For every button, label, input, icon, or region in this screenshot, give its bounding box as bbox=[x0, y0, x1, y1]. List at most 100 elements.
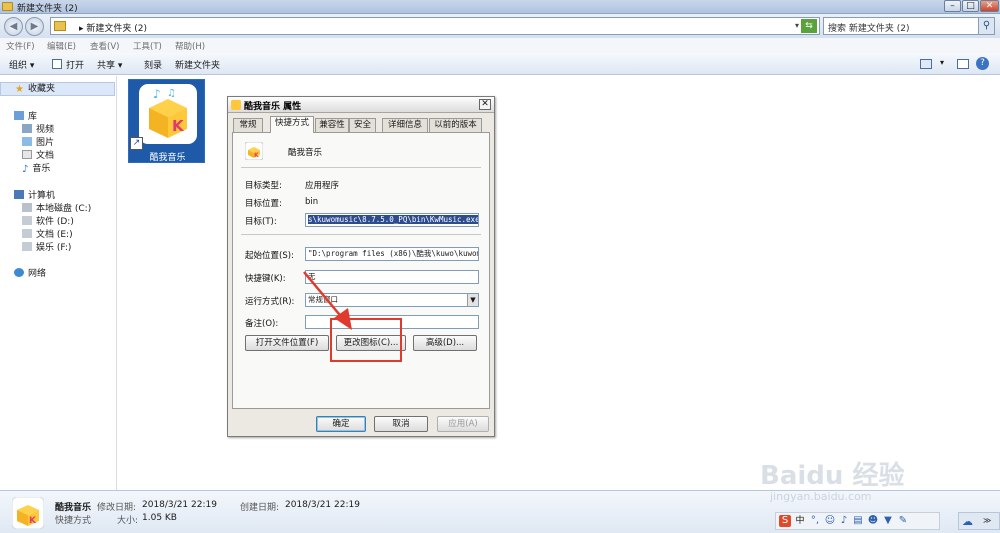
share-button[interactable]: 共享 ▾ bbox=[97, 58, 122, 71]
menu-view[interactable]: 查看(V) bbox=[90, 40, 119, 52]
window-title: 新建文件夹 (2) bbox=[17, 4, 78, 14]
keyboard-icon[interactable]: ▤ bbox=[852, 515, 864, 527]
video-icon bbox=[22, 124, 32, 133]
navigation-pane: ★ 收藏夹 库 视频 图片 文档 ♪ 音乐 计算机 本地磁盘 (C:) 软件 (D:… bbox=[0, 76, 117, 490]
sidebar-item-library[interactable]: 库 bbox=[0, 109, 37, 123]
network-icon bbox=[14, 268, 24, 277]
kuwo-app-icon: K bbox=[245, 142, 263, 160]
menu-help[interactable]: 帮助(H) bbox=[175, 40, 205, 52]
run-label: 运行方式(R): bbox=[245, 297, 295, 307]
emoji-icon[interactable]: ☺ bbox=[824, 515, 836, 527]
close-button[interactable]: ✕ bbox=[980, 0, 999, 12]
target-location-label: 目标位置: bbox=[245, 199, 282, 209]
sidebar-item-pictures[interactable]: 图片 bbox=[0, 135, 54, 149]
preview-pane-icon[interactable] bbox=[957, 59, 969, 69]
sidebar-label: 娱乐 (F:) bbox=[36, 243, 72, 253]
sidebar-label: 软件 (D:) bbox=[36, 217, 74, 227]
tab-details[interactable]: 详细信息 bbox=[382, 118, 428, 132]
cancel-button[interactable]: 取消 bbox=[374, 416, 428, 432]
sidebar-item-documents[interactable]: 文档 bbox=[0, 148, 54, 162]
tab-general[interactable]: 常规 bbox=[233, 118, 263, 132]
shortcut-tab-panel: K 酷我音乐 目标类型: 应用程序 目标位置: bin 目标(T): s\kuw… bbox=[232, 132, 490, 409]
help-icon[interactable]: ? bbox=[976, 57, 989, 70]
microphone-icon[interactable]: ♪ bbox=[838, 515, 850, 527]
ok-button[interactable]: 确定 bbox=[316, 416, 366, 432]
folder-icon bbox=[2, 2, 13, 11]
organize-button[interactable]: 组织 ▾ bbox=[9, 58, 34, 71]
sidebar-item-favorites[interactable]: ★ 收藏夹 bbox=[0, 82, 115, 96]
separator bbox=[241, 234, 481, 235]
start-in-field[interactable]: "D:\program files (x86)\酷我\kuwo\kuwom bbox=[305, 247, 479, 261]
sogou-s-icon[interactable]: S bbox=[779, 515, 791, 527]
file-type: 快捷方式 bbox=[55, 516, 92, 526]
tab-shortcut[interactable]: 快捷方式 bbox=[270, 116, 314, 133]
menu-edit[interactable]: 编辑(E) bbox=[47, 40, 76, 52]
sidebar-item-drive-f[interactable]: 娱乐 (F:) bbox=[0, 240, 71, 254]
sidebar-label: 文档 bbox=[36, 151, 55, 161]
settings-icon[interactable]: ✎ bbox=[897, 515, 909, 527]
dropdown-icon[interactable]: ▾ bbox=[795, 21, 799, 30]
view-dropdown-icon[interactable]: ▾ bbox=[940, 58, 944, 67]
new-folder-button[interactable]: 新建文件夹 bbox=[175, 58, 220, 71]
file-item-kuwo-shortcut[interactable]: K ♪ ♫ ↗ 酷我音乐 bbox=[128, 79, 205, 163]
search-input[interactable]: 搜索 新建文件夹 (2) ⚲ bbox=[823, 17, 995, 35]
sidebar-item-drive-e[interactable]: 文档 (E:) bbox=[0, 227, 73, 241]
sidebar-item-drive-c[interactable]: 本地磁盘 (C:) bbox=[0, 201, 91, 215]
target-type-label: 目标类型: bbox=[245, 181, 282, 191]
created-label: 创建日期: bbox=[240, 503, 280, 513]
burn-button[interactable]: 刻录 bbox=[144, 58, 162, 71]
target-field[interactable]: s\kuwomusic\8.7.5.0_PQ\bin\KwMusic.exe" bbox=[305, 213, 479, 227]
punctuation-icon[interactable]: °, bbox=[809, 515, 821, 527]
picture-icon bbox=[22, 137, 32, 146]
target-label: 目标(T): bbox=[245, 217, 277, 227]
sidebar-item-drive-d[interactable]: 软件 (D:) bbox=[0, 214, 74, 228]
window-titlebar: 新建文件夹 (2) – □ ✕ bbox=[0, 0, 1000, 14]
address-path: ▸ 新建文件夹 (2) bbox=[79, 24, 147, 34]
target-location-value: bin bbox=[305, 197, 319, 207]
menu-file[interactable]: 文件(F) bbox=[6, 40, 35, 52]
forward-button[interactable]: ▶ bbox=[25, 17, 44, 36]
menu-tools[interactable]: 工具(T) bbox=[133, 40, 162, 52]
target-value: s\kuwomusic\8.7.5.0_PQ\bin\KwMusic.exe" bbox=[308, 215, 478, 224]
shortcut-arrow-icon: ↗ bbox=[130, 137, 143, 150]
refresh-icon[interactable]: ⇆ bbox=[801, 19, 817, 33]
dialog-title: 酷我音乐 属性 bbox=[244, 102, 302, 112]
view-options-icon[interactable] bbox=[920, 59, 932, 69]
tray-more-icon: ≫ bbox=[983, 516, 992, 525]
sidebar-item-network[interactable]: 网络 bbox=[0, 266, 46, 280]
back-button[interactable]: ◀ bbox=[4, 17, 23, 36]
chinese-mode-icon[interactable]: 中 bbox=[794, 515, 806, 527]
tray-cloud[interactable]: ☁ ≫ bbox=[958, 512, 1000, 530]
music-icon: ♪ bbox=[22, 164, 29, 175]
sidebar-label: 计算机 bbox=[28, 191, 56, 201]
tab-security[interactable]: 安全 bbox=[349, 118, 376, 132]
advanced-button[interactable]: 高级(D)... bbox=[413, 335, 477, 351]
sidebar-label: 音乐 bbox=[32, 164, 51, 174]
tab-previous-versions[interactable]: 以前的版本 bbox=[429, 118, 482, 132]
address-input[interactable]: ▸ 新建文件夹 (2) ▾ ⇆ bbox=[50, 17, 820, 35]
chevron-down-icon[interactable]: ▼ bbox=[467, 294, 478, 306]
ime-toolbar: S 中 °, ☺ ♪ ▤ ☻ ▼ ✎ bbox=[775, 512, 940, 530]
sidebar-item-music[interactable]: ♪ 音乐 bbox=[0, 161, 50, 175]
sidebar-item-videos[interactable]: 视频 bbox=[0, 122, 54, 136]
svg-text:♫: ♫ bbox=[167, 88, 176, 99]
minimize-button[interactable]: – bbox=[944, 0, 961, 12]
open-button[interactable]: 打开 bbox=[66, 58, 84, 71]
open-file-location-button[interactable]: 打开文件位置(F) bbox=[245, 335, 329, 351]
start-in-label: 起始位置(S): bbox=[245, 251, 294, 261]
sidebar-label: 收藏夹 bbox=[27, 84, 55, 94]
person-icon[interactable]: ☻ bbox=[867, 515, 879, 527]
app-name: 酷我音乐 bbox=[288, 148, 323, 158]
kuwo-small-icon bbox=[231, 100, 241, 110]
maximize-button[interactable]: □ bbox=[962, 0, 979, 12]
tab-compatibility[interactable]: 兼容性 bbox=[315, 118, 349, 132]
menu-bar: 文件(F) 编辑(E) 查看(V) 工具(T) 帮助(H) bbox=[0, 38, 1000, 53]
apply-button[interactable]: 应用(A) bbox=[437, 416, 489, 432]
sidebar-label: 网络 bbox=[28, 269, 47, 279]
sidebar-label: 库 bbox=[28, 112, 38, 122]
properties-dialog: 酷我音乐 属性 ✕ 常规 快捷方式 兼容性 安全 详细信息 以前的版本 K 酷我… bbox=[227, 96, 495, 437]
dialog-close-button[interactable]: ✕ bbox=[479, 99, 491, 110]
search-icon[interactable]: ⚲ bbox=[978, 18, 994, 34]
sidebar-item-computer[interactable]: 计算机 bbox=[0, 188, 55, 202]
skin-icon[interactable]: ▼ bbox=[882, 515, 894, 527]
